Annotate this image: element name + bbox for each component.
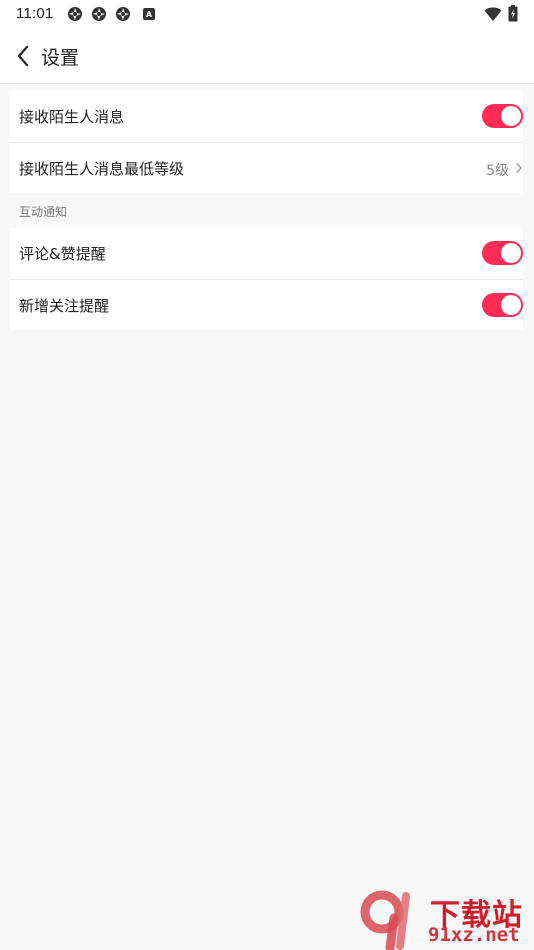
aperture-icon xyxy=(116,7,130,21)
battery-icon xyxy=(508,5,518,22)
chevron-left-icon xyxy=(17,45,29,67)
setting-row-stranger-min-level[interactable]: 接收陌生人消息最低等级 5级 xyxy=(10,142,523,193)
a-badge-icon: A xyxy=(143,8,155,20)
app-header: 设置 xyxy=(0,28,534,84)
setting-label: 评论&赞提醒 xyxy=(19,245,106,263)
settings-card-stranger: 接收陌生人消息 接收陌生人消息最低等级 5级 xyxy=(10,91,523,193)
status-bar: 11:01 A xyxy=(0,0,534,28)
setting-label: 接收陌生人消息最低等级 xyxy=(19,160,185,178)
settings-card-interaction: 评论&赞提醒 新增关注提醒 xyxy=(10,228,523,330)
watermark: 下载站 91xz.net xyxy=(360,888,534,950)
back-button[interactable] xyxy=(10,42,36,70)
toggle-knob xyxy=(501,243,521,263)
aperture-icon xyxy=(68,7,82,21)
wifi-icon xyxy=(484,6,502,21)
receive-stranger-messages-toggle[interactable] xyxy=(482,104,523,128)
aperture-icon xyxy=(92,7,106,21)
setting-row-new-follower-reminder[interactable]: 新增关注提醒 xyxy=(10,279,523,330)
watermark-url: 91xz.net xyxy=(428,924,520,946)
chevron-right-icon xyxy=(516,163,522,173)
section-title-interaction: 互动通知 xyxy=(19,205,68,219)
status-time: 11:01 xyxy=(16,5,54,22)
comment-like-reminder-toggle[interactable] xyxy=(482,241,523,265)
new-follower-reminder-toggle[interactable] xyxy=(482,293,523,317)
setting-label: 新增关注提醒 xyxy=(19,297,110,315)
toggle-knob xyxy=(501,106,521,126)
status-icons-right xyxy=(484,5,518,22)
setting-row-comment-like-reminder[interactable]: 评论&赞提醒 xyxy=(10,228,523,279)
page-title: 设置 xyxy=(41,47,80,69)
setting-label: 接收陌生人消息 xyxy=(19,108,125,126)
status-icons-left: A xyxy=(67,6,155,22)
setting-value: 5级 xyxy=(486,163,509,179)
setting-row-receive-stranger-messages[interactable]: 接收陌生人消息 xyxy=(10,91,523,142)
watermark-logo-icon xyxy=(360,890,410,950)
toggle-knob xyxy=(501,295,521,315)
